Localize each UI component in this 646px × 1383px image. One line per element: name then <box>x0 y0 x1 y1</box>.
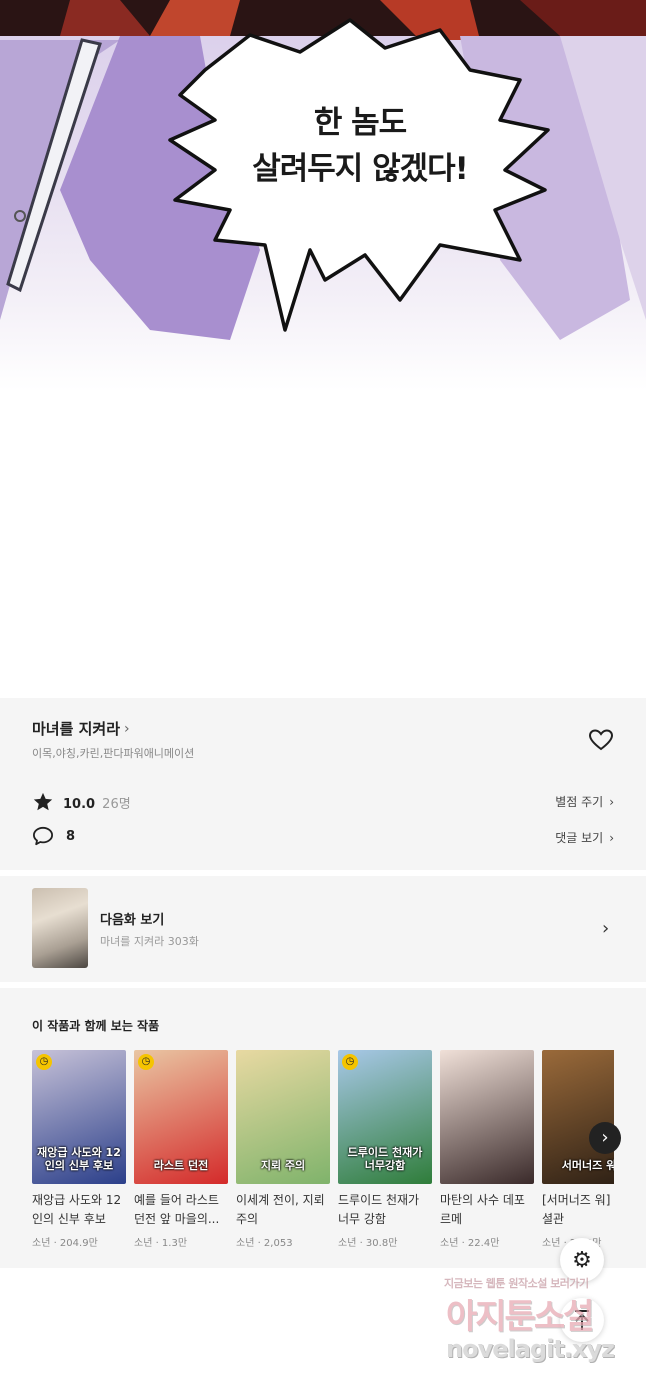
heart-icon[interactable] <box>588 728 614 752</box>
recommendation-title: 이세계 전이, 지뢰 주의 <box>236 1193 325 1226</box>
recommendation-title: [서머너즈 워] 페셜관 <box>542 1193 614 1226</box>
recommendation-card[interactable]: ◷ 드루이드 천재가 너무강함드루이드 천재가 너무 강함소년 · 30.8만 <box>338 1050 432 1249</box>
next-episode-card[interactable]: 다음화 보기 마녀를 지켜라 303화 › <box>0 876 646 982</box>
recommendation-cover: 서머너즈 워 <box>542 1050 614 1184</box>
recommendations-heading: 이 작품과 함께 보는 작품 <box>32 1019 160 1033</box>
recommendation-card[interactable]: ◷ 재앙급 사도와 12인의 신부 후보 재앙급 사도와 12인의 신부 후보 소년 … <box>32 1050 126 1249</box>
recommendation-meta: 소년 · 1.3만 <box>134 1238 188 1249</box>
comment-count: 8 <box>66 828 76 844</box>
recommendations-list: ◷ 재앙급 사도와 12인의 신부 후보 재앙급 사도와 12인의 신부 후보 소년 … <box>32 1050 614 1255</box>
series-title: 마녀를 지켜라 <box>32 720 121 738</box>
series-info-section: 마녀를 지켜라 › 이목,야칭,카린,판다파워애니메이션 10.0 26명 별점… <box>0 698 646 870</box>
cover-title-text: 라스트 던전 <box>153 1159 209 1172</box>
recommendation-title: 드루이드 천재가 너무 강함 <box>338 1193 420 1226</box>
recommendation-cover: ◷ 라스트 던전 <box>134 1050 228 1184</box>
chevron-right-icon: › <box>609 830 614 845</box>
speech-line-1: 한 놈도 <box>313 105 407 141</box>
series-authors: 이목,야칭,카린,판다파워애니메이션 <box>32 747 195 760</box>
speech-line-2: 살려두지 않겠다! <box>252 151 469 187</box>
carousel-next-button[interactable]: › <box>589 1122 621 1154</box>
chevron-right-icon: › <box>609 794 614 809</box>
cover-title-text: 서머너즈 워 <box>561 1159 614 1172</box>
comic-panel: 한 놈도 살려두지 않겠다! <box>0 0 646 698</box>
chevron-right-icon: › <box>602 918 610 939</box>
chevron-right-icon: › <box>124 720 130 737</box>
watermark-url: novelagit.xyz <box>446 1335 615 1363</box>
clock-badge-icon: ◷ <box>36 1054 52 1070</box>
clock-badge-icon: ◷ <box>342 1054 358 1070</box>
recommendation-title: 마탄의 사수 데포르메 <box>440 1193 525 1226</box>
recommendation-card[interactable]: 마탄의 사수 데포르메소년 · 22.4만 <box>440 1050 534 1249</box>
next-episode-thumbnail <box>32 888 88 968</box>
recommendations-section: 이 작품과 함께 보는 작품 ◷ 재앙급 사도와 12인의 신부 후보 재앙급 사도… <box>0 988 646 1268</box>
recommendation-card[interactable]: 지뢰 주의이세계 전이, 지뢰 주의소년 · 2,053 <box>236 1050 330 1249</box>
series-title-link[interactable]: 마녀를 지켜라 › <box>32 718 130 739</box>
recommendation-cover: ◷ 재앙급 사도와 12인의 신부 후보 <box>32 1050 126 1184</box>
gear-icon: ⚙ <box>572 1247 592 1273</box>
recommendation-cover <box>440 1050 534 1184</box>
clock-badge-icon: ◷ <box>138 1054 154 1070</box>
cover-title-text: 지뢰 주의 <box>260 1159 306 1172</box>
next-episode-label: 다음화 보기 <box>100 913 165 928</box>
view-comments-label: 댓글 보기 <box>555 831 604 845</box>
cover-title-text: 드루이드 천재가 너무강함 <box>347 1146 423 1172</box>
recommendation-meta: 소년 · 30.8만 <box>338 1238 398 1249</box>
view-comments-button[interactable]: 댓글 보기 › <box>555 829 614 846</box>
watermark-brand: 아지툰소설 <box>446 1297 594 1337</box>
rating-row: 10.0 26명 <box>32 791 131 813</box>
rating-count: 26명 <box>102 796 131 812</box>
recommendation-meta: 소년 · 2,053 <box>236 1238 293 1249</box>
recommendation-cover: ◷ 드루이드 천재가 너무강함 <box>338 1050 432 1184</box>
recommendation-meta: 소년 · 22.4만 <box>440 1238 500 1249</box>
recommendation-title: 예를 들어 라스트 던전 앞 마을의... <box>134 1193 220 1226</box>
recommendation-title: 재앙급 사도와 12인의 신부 후보 <box>32 1193 122 1226</box>
rating-value: 10.0 <box>63 796 96 812</box>
comment-icon <box>33 826 53 846</box>
recommendation-cover: 지뢰 주의 <box>236 1050 330 1184</box>
next-episode-subtitle: 마녀를 지켜라 303화 <box>100 935 199 948</box>
rate-label: 별점 주기 <box>555 795 604 809</box>
viewer-page: 한 놈도 살려두지 않겠다! 마녀를 지켜라 › 이목,야칭,카린,판다파워애니… <box>0 0 646 1383</box>
site-watermark: 지금보는 웹툰 원작소설 보러가기 아지툰소설 novelagit.xyz <box>440 1275 640 1375</box>
recommendation-meta: 소년 · 204.9만 <box>32 1238 98 1249</box>
speech-bubble-text: 한 놈도 살려두지 않겠다! <box>215 100 505 192</box>
cover-title-text: 재앙급 사도와 12인의 신부 후보 <box>37 1146 121 1172</box>
recommendation-card[interactable]: ◷ 라스트 던전예를 들어 라스트 던전 앞 마을의... 소년 · 1.3만 <box>134 1050 228 1249</box>
rate-button[interactable]: 별점 주기 › <box>555 793 614 810</box>
star-icon <box>33 792 53 811</box>
comment-row: 8 <box>32 826 75 846</box>
